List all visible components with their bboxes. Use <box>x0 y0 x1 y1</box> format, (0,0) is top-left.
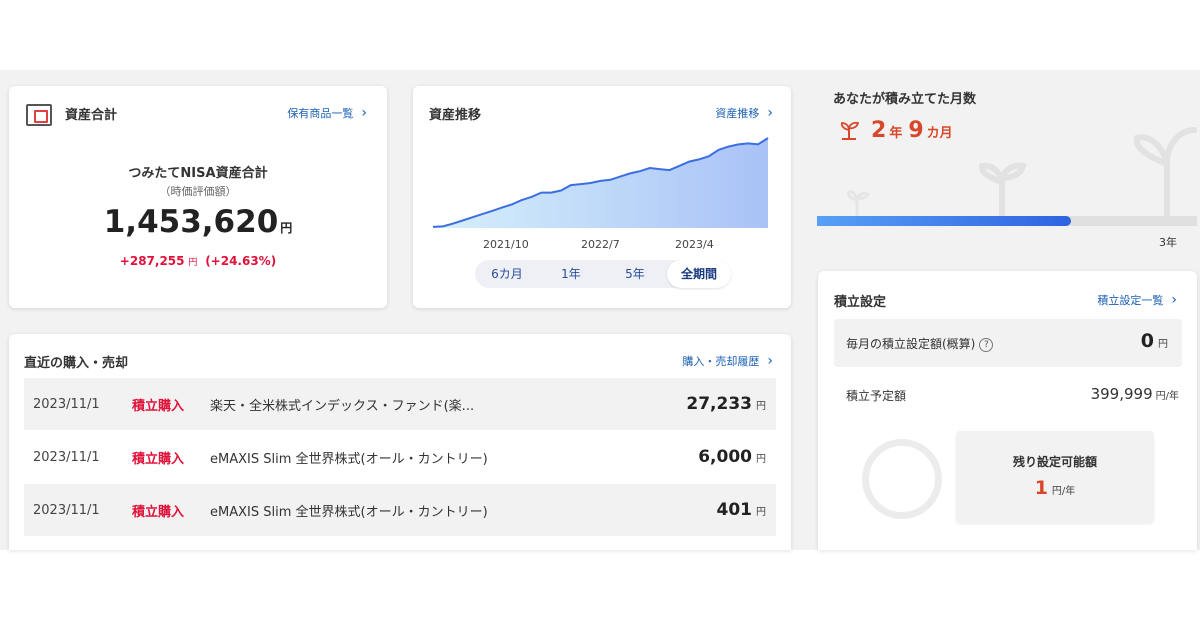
asset-chart-card: 資産推移 資産推移 › 2021/10 2022/7 2023/4 6カ月 1年… <box>413 86 791 308</box>
trade-date: 2023/11/1 <box>33 396 100 412</box>
card-title: 積立設定 <box>834 295 887 310</box>
monthly-label-wrap: 毎月の積立設定額(概算)? <box>846 335 994 352</box>
months-progress-bar <box>817 216 1197 226</box>
remaining-value-wrap: 1 円/年 <box>956 477 1154 499</box>
trade-row[interactable]: 2023/11/1 積立購入 eMAXIS Slim 全世界株式(オール・カント… <box>24 484 776 536</box>
goal-label: 3年 <box>1159 236 1177 249</box>
progress-fill <box>817 216 1072 226</box>
chevron-right-icon: › <box>767 353 773 369</box>
monthly-setting-box: 毎月の積立設定額(概算)? 0円 <box>834 319 1182 367</box>
trade-row[interactable]: 2023/11/1 積立購入 eMAXIS Slim 全世界株式(オール・カント… <box>24 431 776 483</box>
period-5y-button[interactable]: 5年 <box>603 260 667 288</box>
planned-value-wrap: 399,999 円/年 <box>1091 384 1179 403</box>
trade-type: 積立購入 <box>132 504 185 520</box>
period-6m-button[interactable]: 6カ月 <box>475 260 539 288</box>
asset-note: （時価評価額） <box>159 185 237 198</box>
months-section: あなたが積み立てた月数 2 年 9 カ月 3年 <box>817 86 1197 256</box>
gain-percent: (+24.63%) <box>205 254 277 268</box>
planned-label: 積立予定額 <box>846 389 907 403</box>
fund-name: eMAXIS Slim 全世界株式(オール・カントリー) <box>210 504 488 520</box>
trade-amount: 401 <box>716 500 753 520</box>
trade-history-link[interactable]: 購入・売却履歴 › <box>682 353 773 369</box>
link-label: 積立設定一覧 <box>1097 294 1164 307</box>
trade-unit: 円 <box>756 506 766 518</box>
link-label: 保有商品一覧 <box>287 107 354 120</box>
years-value: 2 <box>871 118 887 143</box>
trade-amount: 27,233 <box>686 394 752 414</box>
trade-amount: 6,000 <box>698 447 752 467</box>
allocation-ring <box>862 439 942 519</box>
trade-date: 2023/11/1 <box>33 449 100 465</box>
remaining-label: 残り設定可能額 <box>1012 455 1097 469</box>
asset-gain-line: +287,255 円 (+24.63%) <box>9 254 387 268</box>
remaining-box: 残り設定可能額 1 円/年 <box>956 431 1154 523</box>
chevron-right-icon: › <box>361 105 367 121</box>
recent-trades-card: 直近の購入・売却 購入・売却履歴 › 2023/11/1 積立購入 楽天・全米株… <box>9 334 791 550</box>
card-title: 直近の購入・売却 <box>24 356 129 371</box>
asset-value-line: 1,453,620 円 <box>9 204 387 240</box>
card-title: 資産合計 <box>65 108 118 123</box>
fund-name: eMAXIS Slim 全世界株式(オール・カントリー) <box>210 451 488 467</box>
x-tick-label: 2021/10 <box>483 238 529 251</box>
years-unit: 年 <box>889 126 903 141</box>
x-tick-label: 2022/7 <box>581 238 620 251</box>
months-value: 9 <box>908 118 924 143</box>
period-1y-button[interactable]: 1年 <box>539 260 603 288</box>
settings-card: 積立設定 積立設定一覧 › 毎月の積立設定額(概算)? 0円 積立予定額 399… <box>818 271 1197 550</box>
months-title: あなたが積み立てた月数 <box>833 92 977 107</box>
settings-list-link[interactable]: 積立設定一覧 › <box>1097 292 1177 308</box>
months-count: 2 年 9 カ月 <box>871 118 953 143</box>
trade-unit: 円 <box>756 453 766 465</box>
asset-unit: 円 <box>280 221 293 235</box>
fund-name: 楽天・全米株式インデックス・ファンド(楽... <box>210 398 475 414</box>
monthly-label: 毎月の積立設定額(概算) <box>846 337 976 351</box>
link-label: 購入・売却履歴 <box>682 355 760 368</box>
monthly-unit: 円 <box>1158 339 1168 350</box>
gain-unit: 円 <box>188 258 198 268</box>
months-unit: カ月 <box>926 126 953 141</box>
gain-value: +287,255 <box>119 254 185 268</box>
monthly-value: 0 <box>1140 330 1154 352</box>
period-selector: 6カ月 1年 5年 全期間 <box>475 260 731 288</box>
monthly-value-wrap: 0円 <box>1141 330 1168 352</box>
trade-date: 2023/11/1 <box>33 502 100 518</box>
asset-subtitle: つみたてNISA資産合計 <box>128 166 268 181</box>
sprout-icon <box>840 121 860 140</box>
trade-type: 積立購入 <box>132 398 185 414</box>
period-all-button[interactable]: 全期間 <box>667 260 731 288</box>
remaining-value: 1 <box>1034 477 1048 499</box>
remaining-unit: 円/年 <box>1051 486 1076 497</box>
safe-icon <box>26 104 52 126</box>
trade-type: 積立購入 <box>132 451 185 467</box>
holdings-list-link[interactable]: 保有商品一覧 › <box>287 105 367 121</box>
help-icon[interactable]: ? <box>979 337 994 352</box>
asset-area-chart <box>432 137 769 228</box>
asset-value: 1,453,620 <box>103 204 279 240</box>
trade-unit: 円 <box>756 400 766 412</box>
trade-row[interactable]: 2023/11/1 積立購入 楽天・全米株式インデックス・ファンド(楽... 2… <box>24 378 776 430</box>
planned-unit: 円/年 <box>1155 391 1179 402</box>
x-tick-label: 2023/4 <box>675 238 714 251</box>
asset-total-card: 資産合計 保有商品一覧 › つみたてNISA資産合計 （時価評価額） 1,453… <box>9 86 387 308</box>
planned-value: 399,999 <box>1090 385 1153 403</box>
chevron-right-icon: › <box>1171 292 1177 308</box>
